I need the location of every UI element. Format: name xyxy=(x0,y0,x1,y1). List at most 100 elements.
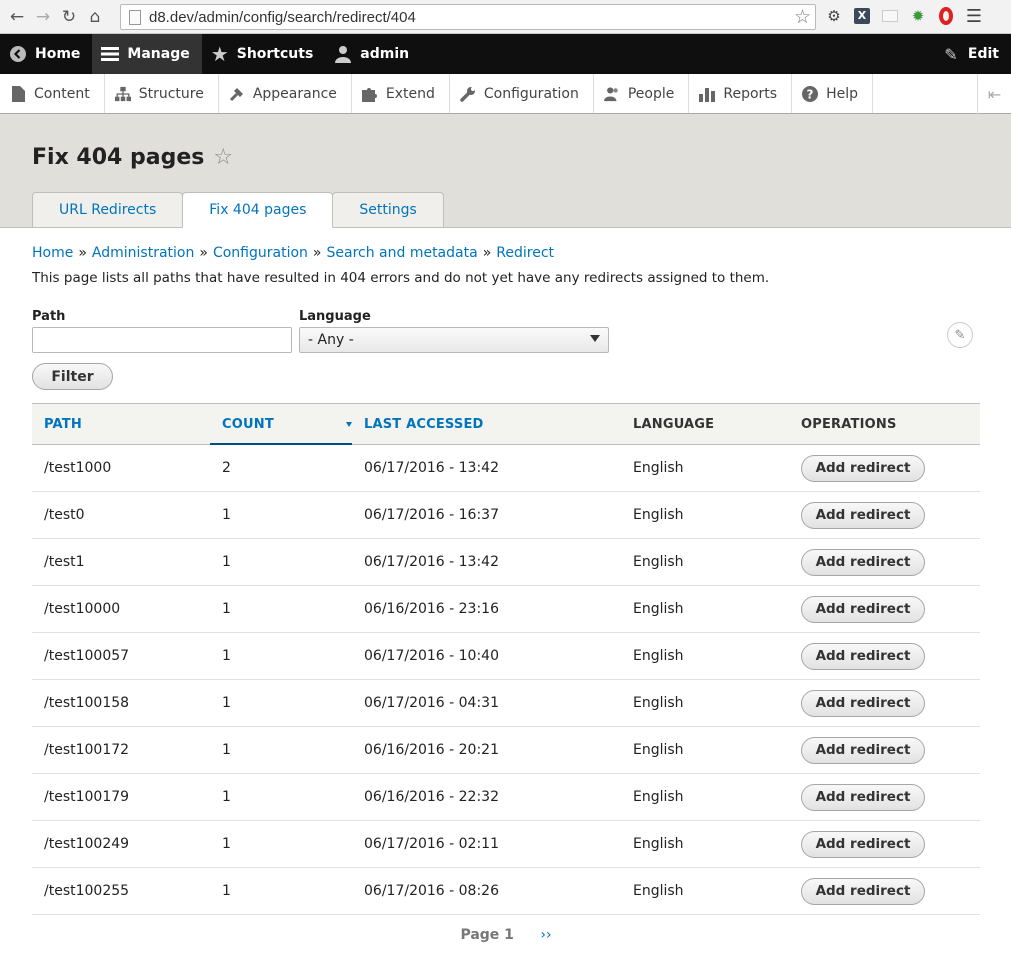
cell-last-accessed: 06/17/2016 - 13:42 xyxy=(352,444,621,492)
add-redirect-button[interactable]: Add redirect xyxy=(801,454,925,482)
toolbar-manage[interactable]: Manage xyxy=(92,34,202,74)
forward-icon[interactable]: → xyxy=(32,6,54,28)
cell-language: English xyxy=(621,773,789,821)
add-redirect-button[interactable]: Add redirect xyxy=(801,736,925,764)
user-icon xyxy=(333,44,353,64)
toolbar-home[interactable]: Home xyxy=(0,34,92,74)
browser-menu-icon[interactable]: ☰ xyxy=(964,6,984,27)
cell-last-accessed: 06/16/2016 - 22:32 xyxy=(352,773,621,821)
bookmark-star-icon[interactable]: ☆ xyxy=(794,6,811,29)
tab-url-redirects[interactable]: URL Redirects xyxy=(32,192,184,227)
people-icon xyxy=(603,86,620,102)
cell-count: 1 xyxy=(210,538,352,586)
admin-toolbar: Home Manage ★ Shortcuts admin ✎ Edit xyxy=(0,34,1011,74)
tray-item-content[interactable]: Content xyxy=(0,74,105,113)
breadcrumb-configuration[interactable]: Configuration xyxy=(213,245,308,261)
add-redirect-button[interactable]: Add redirect xyxy=(801,689,925,717)
back-icon[interactable]: ← xyxy=(6,6,28,28)
reload-icon[interactable]: ↻ xyxy=(58,6,80,28)
breadcrumb-search-metadata[interactable]: Search and metadata xyxy=(326,245,477,261)
breadcrumb-administration[interactable]: Administration xyxy=(92,245,194,261)
tray-item-people[interactable]: People xyxy=(594,74,690,113)
language-label: Language xyxy=(299,309,371,324)
table-row: /test100172 1 06/16/2016 - 20:21 English Add… xyxy=(32,726,980,774)
toolbar-edit[interactable]: ✎ Edit xyxy=(941,34,999,74)
toolbar-user[interactable]: admin xyxy=(325,34,421,74)
filter-button[interactable]: Filter xyxy=(32,363,113,390)
home-icon[interactable]: ⌂ xyxy=(84,6,106,28)
toolbar-shortcuts-label: Shortcuts xyxy=(236,46,314,62)
tray-item-structure[interactable]: Structure xyxy=(105,74,219,113)
star-icon: ★ xyxy=(210,42,229,66)
opera-icon[interactable] xyxy=(936,6,956,26)
page-title: Fix 404 pages ☆ xyxy=(32,145,233,170)
tab-fix-404-pages[interactable]: Fix 404 pages xyxy=(182,192,334,228)
tray-item-label: Structure xyxy=(138,85,204,102)
pager-current: Page 1 xyxy=(460,927,514,943)
paintbrush-icon xyxy=(229,86,245,102)
tray-item-help[interactable]: ? Help xyxy=(792,74,873,113)
pager-next[interactable]: ›› xyxy=(540,927,551,943)
add-redirect-button[interactable]: Add redirect xyxy=(801,830,925,858)
breadcrumb-redirect[interactable]: Redirect xyxy=(496,245,554,261)
table-row: /test100255 1 06/17/2016 - 08:26 English Add… xyxy=(32,867,980,915)
cell-path: /test10000 xyxy=(32,585,210,633)
page-description: This page lists all paths that have resu… xyxy=(32,270,770,286)
path-input[interactable] xyxy=(32,327,292,353)
shortcut-star-icon[interactable]: ☆ xyxy=(213,145,233,170)
menu-icon xyxy=(100,44,120,64)
breadcrumb: Home» Administration» Configuration» Search… xyxy=(32,245,980,261)
add-redirect-button[interactable]: Add redirect xyxy=(801,642,925,670)
add-redirect-button[interactable]: Add redirect xyxy=(801,877,925,905)
cell-operations: Add redirect xyxy=(789,538,980,586)
cell-path: /test100172 xyxy=(32,726,210,774)
wrench-icon xyxy=(460,86,476,102)
page-header: Fix 404 pages ☆ URL Redirects Fix 404 pa… xyxy=(0,114,1011,228)
table-row: /test0 1 06/17/2016 - 16:37 English Add redi… xyxy=(32,491,980,539)
column-header-last-accessed[interactable]: LAST ACCESSED xyxy=(352,404,621,445)
cell-operations: Add redirect xyxy=(789,726,980,774)
column-header-language: LANGUAGE xyxy=(633,416,715,432)
collapse-tray-icon[interactable]: ⇤ xyxy=(977,74,1011,114)
tab-settings[interactable]: Settings xyxy=(332,192,444,227)
extension-blank-icon[interactable] xyxy=(880,6,900,26)
add-redirect-button[interactable]: Add redirect xyxy=(801,501,925,529)
contextual-edit-icon[interactable]: ✎ xyxy=(947,322,973,348)
breadcrumb-home[interactable]: Home xyxy=(32,245,73,261)
tray-item-extend[interactable]: Extend xyxy=(352,74,450,113)
add-redirect-button[interactable]: Add redirect xyxy=(801,783,925,811)
toolbar-edit-label: Edit xyxy=(967,46,999,62)
cell-operations: Add redirect xyxy=(789,444,980,492)
language-field: Language - Any - xyxy=(299,309,609,353)
add-redirect-button[interactable]: Add redirect xyxy=(801,548,925,576)
svg-text:?: ? xyxy=(807,87,814,101)
cell-count: 1 xyxy=(210,491,352,539)
breadcrumb-separator: » xyxy=(482,245,492,261)
language-select[interactable]: - Any - xyxy=(299,327,609,353)
settings-gear-icon[interactable]: ⚙ xyxy=(824,6,844,26)
cell-operations: Add redirect xyxy=(789,867,980,915)
path-label: Path xyxy=(32,309,66,324)
content-icon xyxy=(10,85,26,102)
toolbar-shortcuts[interactable]: ★ Shortcuts xyxy=(202,34,326,74)
main-content: Home» Administration» Configuration» Search… xyxy=(0,245,1011,943)
tray-item-appearance[interactable]: Appearance xyxy=(219,74,352,113)
url-text[interactable]: d8.dev/admin/config/search/redirect/404 xyxy=(149,9,416,26)
tray-item-reports[interactable]: Reports xyxy=(689,74,793,113)
extension-x-icon[interactable]: X xyxy=(852,6,872,26)
table-row: /test1000 2 06/17/2016 - 13:42 English Add r… xyxy=(32,444,980,492)
column-header-count[interactable]: COUNT xyxy=(210,404,352,445)
sort-active-underline xyxy=(210,443,352,445)
cell-count: 1 xyxy=(210,773,352,821)
cell-language: English xyxy=(621,632,789,680)
language-select-value: - Any - xyxy=(308,332,354,348)
tray-item-configuration[interactable]: Configuration xyxy=(450,74,594,113)
column-header-path[interactable]: PATH xyxy=(32,404,210,445)
cell-language: English xyxy=(621,679,789,727)
puzzle-icon xyxy=(361,86,378,102)
cell-path: /test1000 xyxy=(32,444,210,492)
address-bar[interactable]: d8.dev/admin/config/search/redirect/404 … xyxy=(120,4,816,30)
add-redirect-button[interactable]: Add redirect xyxy=(801,595,925,623)
page-icon xyxy=(129,9,141,25)
extension-bug-icon[interactable]: ✹ xyxy=(908,6,928,26)
